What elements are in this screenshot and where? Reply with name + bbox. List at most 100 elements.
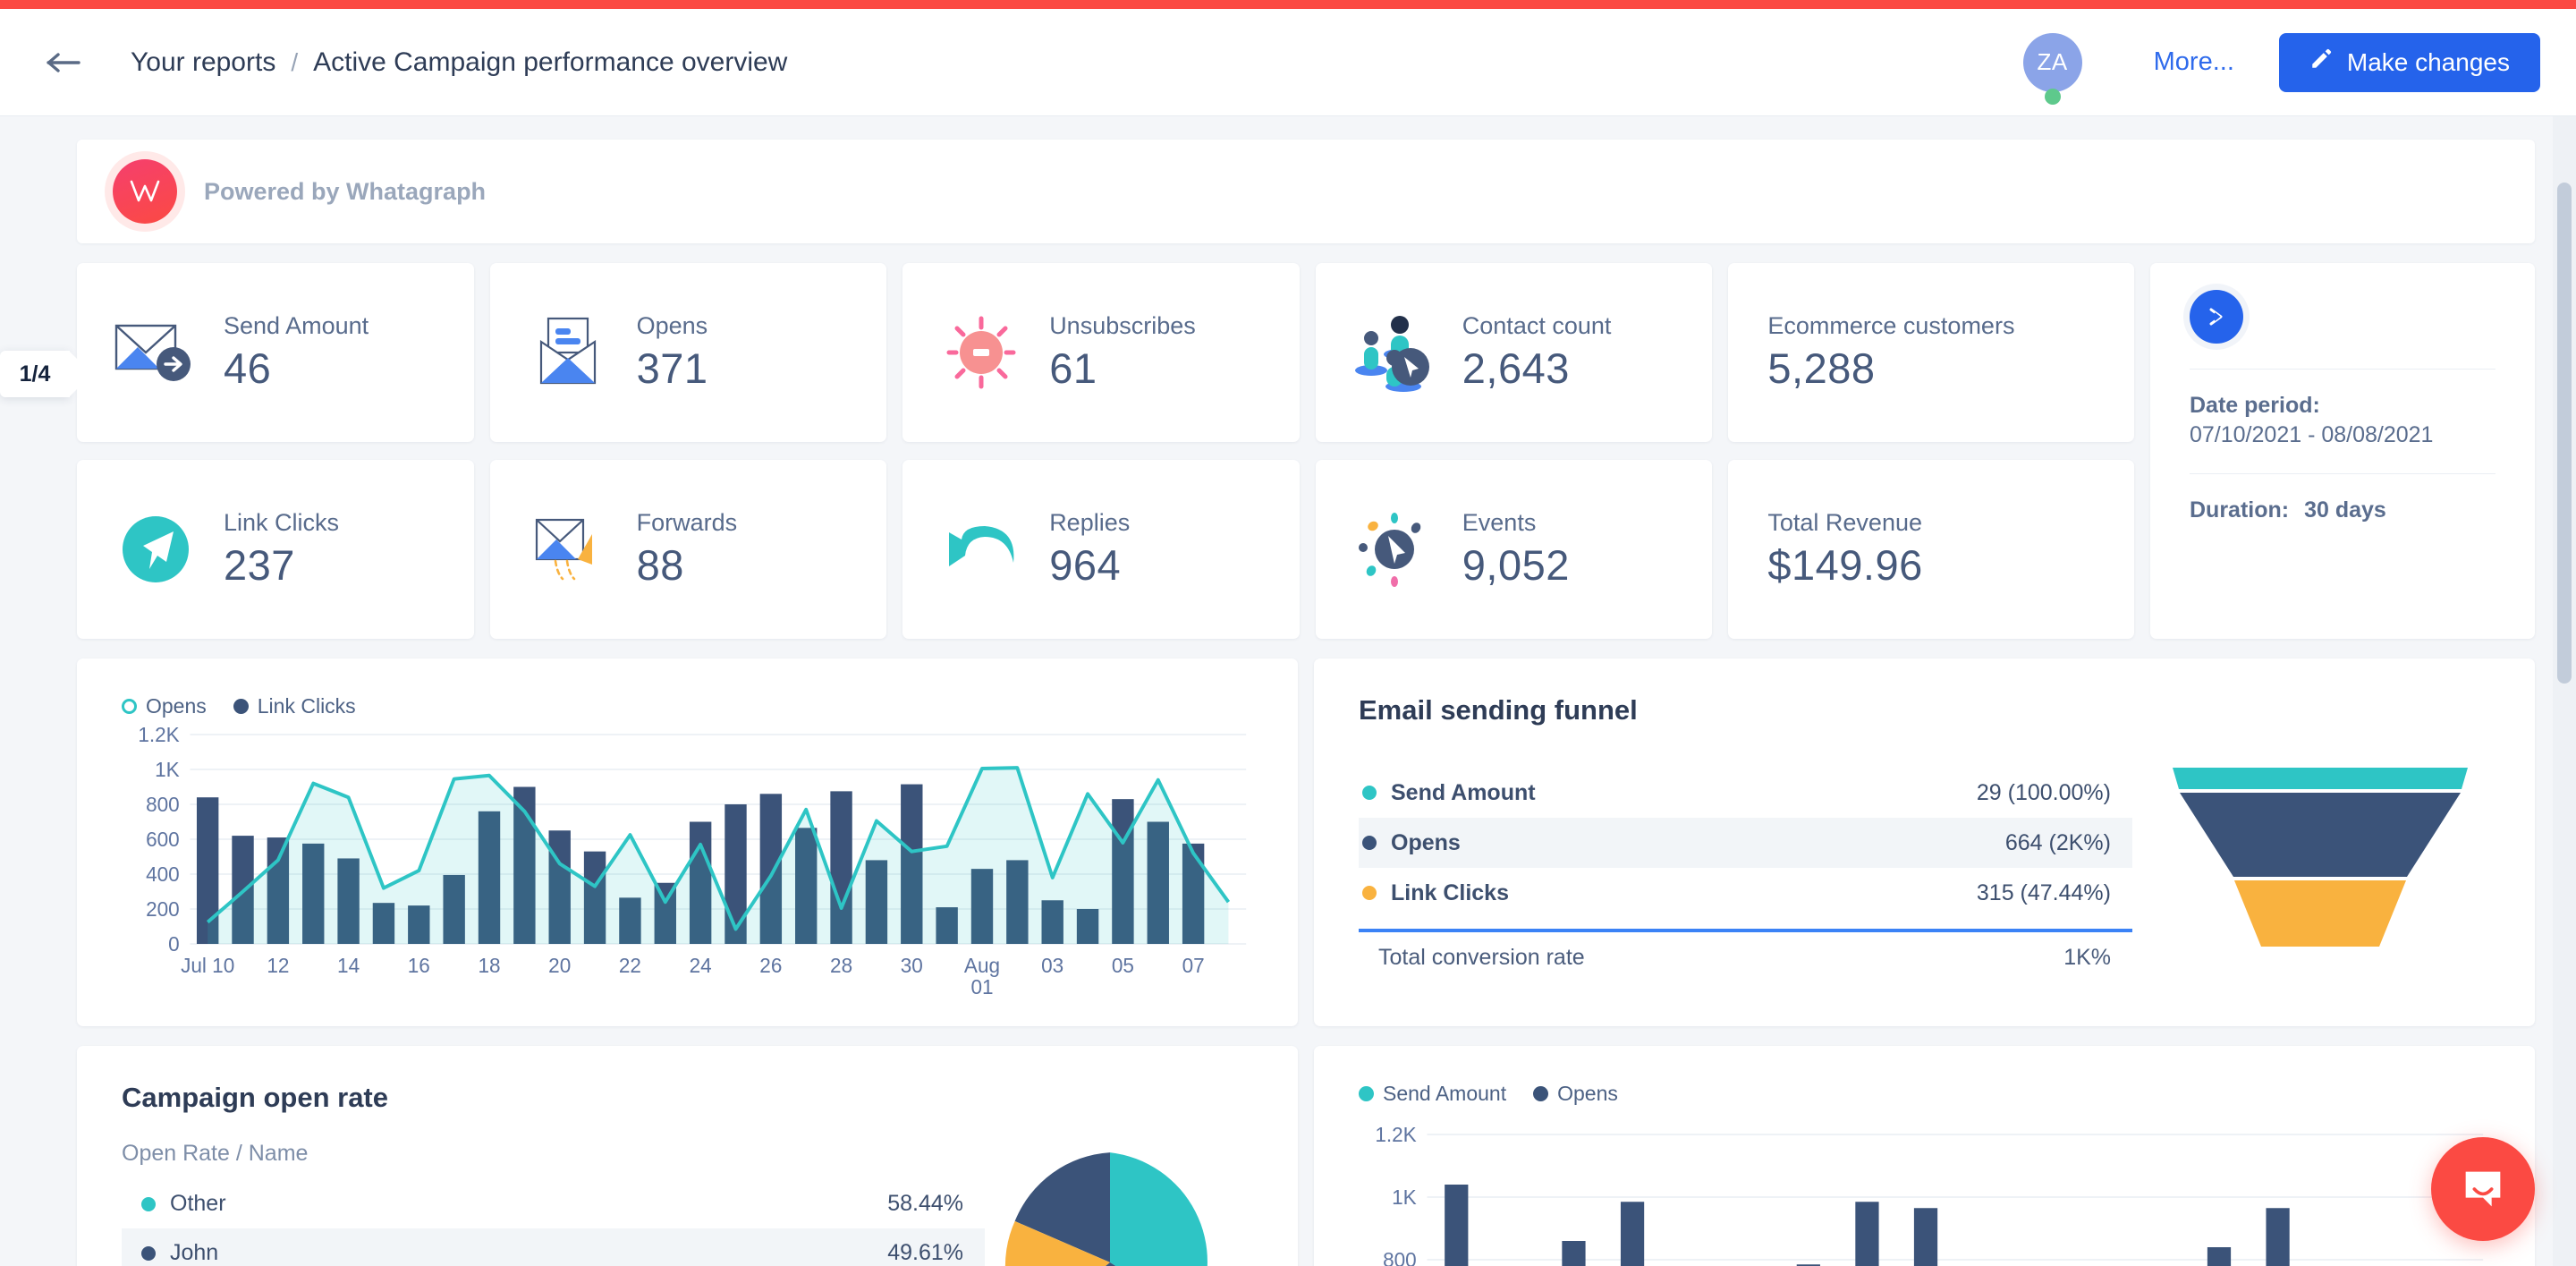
kpi-label: Send Amount: [224, 312, 369, 339]
series-color-dot-icon: [141, 1245, 156, 1261]
svg-text:1K: 1K: [155, 758, 180, 781]
chart-legend: Opens Link Clicks: [122, 694, 1253, 718]
funnel-row-label: Opens: [1391, 829, 1461, 855]
svg-text:16: 16: [408, 954, 430, 977]
svg-text:800: 800: [146, 793, 180, 816]
legend-label: Send Amount: [1383, 1082, 1507, 1105]
date-period-label: Date period:: [2190, 393, 2320, 418]
breadcrumb-root[interactable]: Your reports: [131, 47, 275, 78]
funnel-content: Send Amount 29 (100.00%) Opens 664 (2K%): [1359, 768, 2490, 982]
funnel-row[interactable]: Link Clicks 315 (47.44%): [1359, 868, 2132, 918]
svg-text:800: 800: [1383, 1248, 1417, 1266]
kpi-value: 2,643: [1462, 344, 1570, 392]
funnel-row-label: Link Clicks: [1391, 879, 1509, 905]
date-period-value: 07/10/2021 - 08/08/2021: [2190, 422, 2434, 447]
breadcrumb: Your reports / Active Campaign performan…: [131, 47, 787, 78]
kpi-card-unsubscribes[interactable]: Unsubscribes 61: [902, 263, 1300, 442]
make-changes-button[interactable]: Make changes: [2278, 32, 2540, 92]
breadcrumb-separator: /: [291, 47, 299, 76]
svg-text:22: 22: [619, 954, 641, 977]
combo-chart: 0 200 400 600 800 1K 1.2K Jul 10 12 14 16 18 20 22 24 2…: [122, 727, 1253, 996]
kpi-card-total-revenue[interactable]: Total Revenue $149.96: [1728, 460, 2134, 639]
kpi-card-replies[interactable]: Replies 964: [902, 460, 1300, 639]
panel-send-amount-opens: Send Amount Opens 6008001K1.2K: [1314, 1046, 2535, 1266]
activecampaign-icon: [2190, 290, 2243, 344]
panel-title: Campaign open rate: [122, 1082, 388, 1113]
svg-text:26: 26: [759, 954, 782, 977]
funnel-row-label: Send Amount: [1391, 779, 1536, 805]
legend-item-opens[interactable]: Opens: [1533, 1082, 1618, 1106]
legend-item-opens[interactable]: Opens: [122, 694, 207, 718]
kpi-value: 9,052: [1462, 541, 1570, 589]
legend-dot-icon: [1533, 1086, 1549, 1101]
pencil-icon: [2309, 47, 2333, 77]
kpi-card-contact-count[interactable]: Contact count 2,643: [1315, 263, 1713, 442]
legend-label: Link Clicks: [257, 694, 356, 718]
legend-item-link-clicks[interactable]: Link Clicks: [233, 694, 356, 718]
kpi-card-events[interactable]: Events 9,052: [1315, 460, 1713, 639]
contacts-icon: [1346, 304, 1443, 401]
kpi-label: Unsubscribes: [1049, 312, 1196, 339]
divider: [2190, 369, 2496, 370]
duration-value: 30 days: [2304, 497, 2386, 523]
svg-text:Aug: Aug: [964, 954, 1000, 977]
kpi-value: 371: [636, 344, 708, 392]
kpi-value: 46: [224, 344, 272, 392]
funnel-color-dot-icon: [1362, 836, 1377, 850]
intercom-chat-button[interactable]: [2431, 1137, 2535, 1241]
breadcrumb-current: Active Campaign performance overview: [313, 47, 788, 77]
kpi-card-link-clicks[interactable]: Link Clicks 237: [77, 460, 474, 639]
kpi-value: 88: [636, 541, 684, 589]
report-content: Powered by Whatagraph Send Amount 46 Ope…: [0, 116, 2576, 1266]
more-button[interactable]: More...: [2154, 47, 2234, 77]
open-rate-row-label: John: [170, 1240, 219, 1265]
kpi-card-send-amount[interactable]: Send Amount 46: [77, 263, 474, 442]
page-scrollbar-thumb[interactable]: [2557, 183, 2572, 684]
branding-bar: Powered by Whatagraph: [77, 140, 2535, 243]
kpi-label: Total Revenue: [1767, 509, 1922, 536]
divider: [2190, 473, 2496, 474]
kpi-area: Send Amount 46 Opens 371 Unsubscribes 61…: [77, 263, 2535, 639]
svg-text:18: 18: [478, 954, 500, 977]
legend-item-send-amount[interactable]: Send Amount: [1359, 1082, 1506, 1106]
kpi-label: Link Clicks: [224, 509, 340, 536]
svg-text:24: 24: [690, 954, 712, 977]
funnel-total-row: Total conversion rate 1K%: [1359, 932, 2132, 982]
kpi-label: Contact count: [1462, 312, 1612, 339]
funnel-total-label: Total conversion rate: [1378, 944, 1585, 970]
cursor-click-icon: [1346, 501, 1443, 598]
duration-row: Duration: 30 days: [2190, 497, 2496, 523]
kpi-value: 61: [1049, 344, 1097, 392]
svg-text:1.2K: 1.2K: [1375, 1123, 1416, 1146]
legend-dot-icon: [233, 699, 249, 714]
page-scrollbar-track[interactable]: [2553, 116, 2576, 1266]
funnel-row[interactable]: Opens 664 (2K%): [1359, 818, 2132, 868]
back-arrow-icon[interactable]: [41, 39, 88, 86]
kpi-card-forwards[interactable]: Forwards 88: [489, 460, 887, 639]
kpi-card-ecommerce-customers[interactable]: Ecommerce customers 5,288: [1728, 263, 2134, 442]
open-rate-row[interactable]: John 49.61%: [122, 1228, 985, 1266]
avatar[interactable]: ZA: [2022, 32, 2082, 105]
svg-text:20: 20: [548, 954, 571, 977]
panel-email-funnel: Email sending funnel Send Amount 29 (100…: [1314, 658, 2535, 1026]
app-header: Your reports / Active Campaign performan…: [0, 9, 2576, 116]
legend-dot-icon: [122, 699, 137, 714]
svg-text:200: 200: [146, 897, 180, 921]
funnel-graphic: [2150, 768, 2490, 951]
funnel-row-value: 315 (47.44%): [1976, 879, 2111, 905]
panel-row-2: Campaign open rate Open Rate / Name Othe…: [77, 1046, 2535, 1266]
svg-text:05: 05: [1112, 954, 1134, 977]
kpi-card-opens[interactable]: Opens 371: [489, 263, 887, 442]
date-period-card: Date period: 07/10/2021 - 08/08/2021 Dur…: [2150, 263, 2535, 639]
open-rate-row[interactable]: Other 58.44%: [122, 1179, 985, 1228]
open-rate-column-header: Open Rate / Name: [122, 1141, 309, 1166]
svg-text:Jul 10: Jul 10: [181, 954, 234, 977]
avatar-initials: ZA: [2022, 32, 2082, 92]
kpi-row-2: Link Clicks 237 Forwards 88 Replies 964 …: [77, 460, 2134, 639]
envelope-send-icon: [107, 304, 204, 401]
legend-label: Opens: [1557, 1082, 1618, 1105]
chart-legend: Send Amount Opens: [1359, 1082, 2490, 1106]
funnel-row[interactable]: Send Amount 29 (100.00%): [1359, 768, 2132, 818]
open-rate-row-label: Other: [170, 1191, 226, 1216]
open-rate-row-value: 58.44%: [887, 1191, 963, 1216]
